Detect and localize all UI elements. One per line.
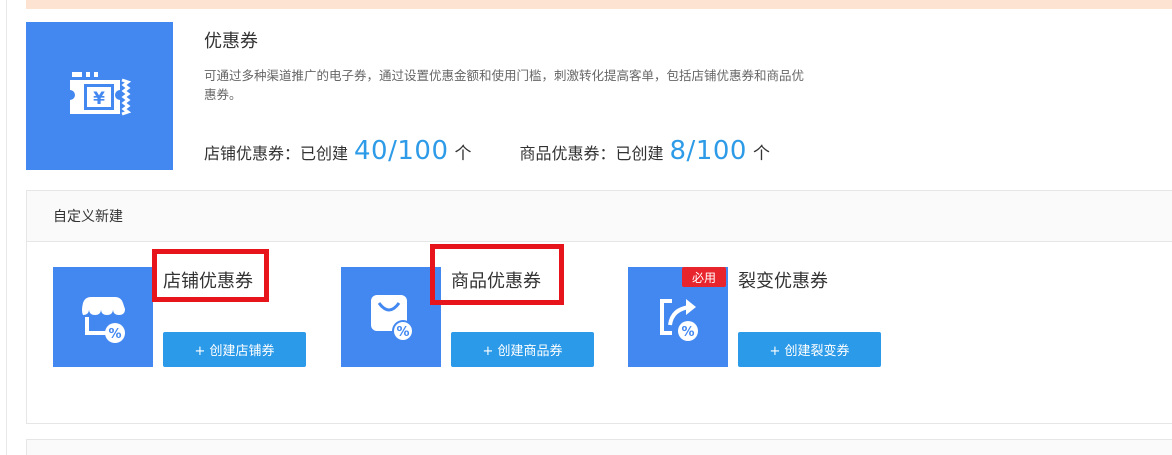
panel-title: 自定义新建 <box>27 191 1172 242</box>
shop-coupon-stat: 店铺优惠券：已创建 40/100 个 <box>204 136 472 166</box>
next-section-panel <box>26 439 1172 455</box>
coupon-description: 可通过多种渠道推广的电子券，通过设置优惠金额和使用门槛，刺激转化提高客单，包括店… <box>204 68 805 102</box>
must-use-badge: 必用 <box>682 267 726 287</box>
shop-coupon-highlight-box <box>152 249 269 302</box>
stat-unit: 个 <box>752 144 770 164</box>
stat-label: 商品优惠券：已创建 <box>519 144 664 163</box>
svg-text:¥: ¥ <box>93 89 105 109</box>
shop-discount-icon: % <box>53 267 153 367</box>
coupon-stats: 店铺优惠券：已创建 40/100 个 商品优惠券：已创建 8/100 个 <box>204 136 770 170</box>
stat-label: 店铺优惠券：已创建 <box>204 144 349 163</box>
top-notice-banner <box>26 0 1172 9</box>
card-title: 裂变优惠券 <box>738 271 828 292</box>
coupon-title: 优惠券 <box>204 31 258 52</box>
fission-coupon-card: % 必用 裂变优惠券 + 创建裂变券 <box>628 267 898 367</box>
create-fission-coupon-button[interactable]: + 创建裂变券 <box>738 332 881 367</box>
create-product-coupon-button[interactable]: + 创建商品券 <box>451 332 594 367</box>
svg-text:%: % <box>108 327 121 342</box>
stat-value: 8/100 <box>669 136 747 166</box>
product-coupon-stat: 商品优惠券：已创建 8/100 个 <box>520 136 770 166</box>
stat-value: 40/100 <box>354 136 449 166</box>
coupon-yen-icon: ¥ <box>26 22 173 170</box>
left-divider <box>6 0 7 455</box>
custom-create-panel: 自定义新建 % 店铺优惠券 + 创建店铺券 % 商品优惠券 + 创建商品券 % … <box>26 190 1172 424</box>
create-shop-coupon-button[interactable]: + 创建店铺券 <box>163 332 306 367</box>
product-coupon-highlight-box <box>430 244 564 305</box>
bag-discount-icon: % <box>341 267 441 367</box>
svg-text:%: % <box>396 325 409 340</box>
stat-unit: 个 <box>454 144 472 164</box>
svg-text:%: % <box>681 325 694 340</box>
